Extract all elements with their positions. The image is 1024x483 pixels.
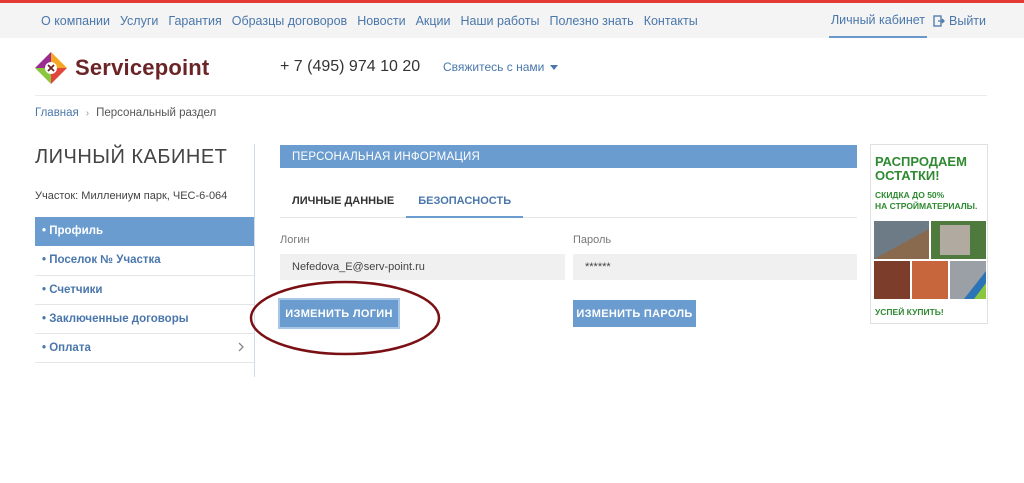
contact-us-label: Свяжитесь с нами [443,60,545,74]
sidebar-item-label: • Заключенные договоры [42,313,189,326]
password-field[interactable]: ****** [573,254,857,280]
highlight-circle-annotation [249,280,441,356]
password-label: Пароль [573,234,612,246]
logout-icon [933,15,945,27]
sidebar-item-meters[interactable]: • Счетчики [35,276,254,305]
login-label: Логин [280,234,310,246]
tab-personal-data[interactable]: ЛИЧНЫЕ ДАННЫЕ [280,185,406,218]
site-header: Servicepoint + 7 (495) 974 10 20 Свяжите… [0,38,1024,96]
nav-contacts[interactable]: Контакты [644,14,698,28]
page-title: ЛИЧНЫЙ КАБИНЕТ [35,146,228,168]
breadcrumb-current: Персональный раздел [96,107,217,119]
nav-contract-samples[interactable]: Образцы договоров [232,14,347,28]
nav-our-works[interactable]: Наши работы [461,14,540,28]
logo-mark-icon [35,52,67,84]
ad-cta-text: УСПЕЙ КУПИТЬ! [875,307,944,317]
sidebar-item-profile[interactable]: • Профиль [35,217,254,247]
plot-info: Участок: Миллениум парк, ЧЕС-6-064 [35,190,228,202]
sidebar-item-payment[interactable]: • Оплата [35,334,254,364]
nav-about[interactable]: О компании [41,14,110,28]
ad-subtitle: СКИДКА ДО 50% НА СТРОЙМАТЕРИАЛЫ. [875,190,977,212]
sidebar-item-plot[interactable]: • Поселок № Участка [35,246,254,276]
sidebar-item-label: • Оплата [42,342,91,355]
nav-services[interactable]: Услуги [120,14,158,28]
sidebar-item-label: • Счетчики [42,283,103,296]
logout-link[interactable]: Выйти [933,14,986,28]
breadcrumb: Главная › Персональный раздел [35,107,216,119]
nav-promotions[interactable]: Акции [416,14,451,28]
phone-number: + 7 (495) 974 10 20 [280,58,421,75]
breadcrumb-separator-icon: › [85,107,90,119]
section-header: ПЕРСОНАЛЬНАЯ ИНФОРМАЦИЯ [280,145,857,168]
sidebar-item-contracts[interactable]: • Заключенные договоры [35,305,254,335]
tab-security[interactable]: БЕЗОПАСНОСТЬ [406,185,524,218]
site-logo[interactable]: Servicepoint [35,52,209,84]
ad-headline-line-1: РАСПРОДАЕМ [875,154,967,169]
header-divider [35,95,987,96]
sidebar-item-label: • Поселок № Участка [42,254,161,267]
ad-subtitle-line-2: НА СТРОЙМАТЕРИАЛЫ. [875,201,978,211]
ad-subtitle-line-1: СКИДКА ДО 50% [875,190,945,200]
personal-cabinet-link[interactable]: Личный кабинет [829,3,927,38]
change-password-button[interactable]: ИЗМЕНИТЬ ПАРОЛЬ [573,300,696,327]
main-nav: О компании Услуги Гарантия Образцы догов… [41,14,708,28]
promo-banner[interactable]: РАСПРОДАЕМ ОСТАТКИ! СКИДКА ДО 50% НА СТР… [870,144,988,324]
logo-text: Servicepoint [75,55,210,80]
ad-headline-line-2: ОСТАТКИ! [875,168,940,183]
ad-building-materials-image [874,221,986,299]
nav-news[interactable]: Новости [357,14,405,28]
sidebar-menu: • Профиль • Поселок № Участка • Счетчики… [35,217,254,364]
contact-us-dropdown[interactable]: Свяжитесь с нами [443,60,559,74]
nav-warranty[interactable]: Гарантия [168,14,221,28]
top-navigation-bar: О компании Услуги Гарантия Образцы догов… [0,3,1024,38]
logout-label: Выйти [949,14,987,28]
chevron-right-icon [238,342,244,352]
login-field[interactable]: Nefedova_E@serv-point.ru [280,254,565,280]
tabs: ЛИЧНЫЕ ДАННЫЕ БЕЗОПАСНОСТЬ [280,185,857,218]
caret-down-icon [550,64,559,70]
breadcrumb-home[interactable]: Главная [35,107,79,119]
ad-headline: РАСПРОДАЕМ ОСТАТКИ! [875,155,967,183]
nav-useful-info[interactable]: Полезно знать [549,14,633,28]
sidebar-item-label: • Профиль [42,225,104,238]
